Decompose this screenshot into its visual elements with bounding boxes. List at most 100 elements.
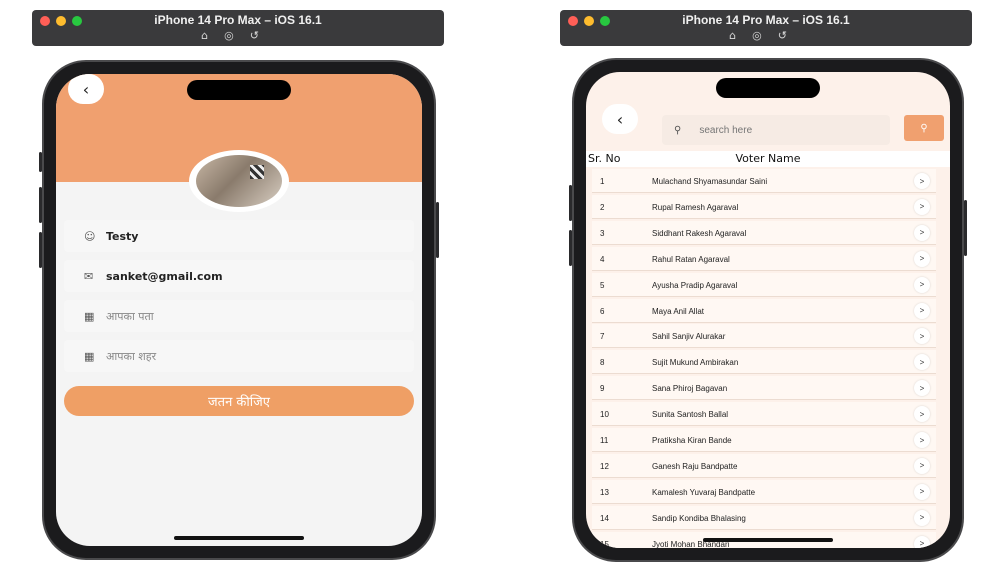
screenshot-icon[interactable]: ◎ — [224, 29, 250, 42]
voter-list-screen: ‹ ⚲ ⚲ Sr. No Voter Name 1 Mulachand Shyam… — [586, 72, 950, 548]
chevron-right-icon[interactable]: > — [914, 328, 930, 345]
voter-name: Pratiksha Kiran Bande — [652, 436, 732, 445]
chevron-right-icon[interactable]: > — [914, 173, 930, 189]
chevron-right-icon[interactable]: > — [914, 380, 930, 397]
chevron-right-icon[interactable]: > — [914, 406, 930, 423]
rotate-icon[interactable]: ↺ — [250, 29, 275, 42]
rotate-icon[interactable]: ↺ — [778, 29, 803, 42]
chevron-right-icon[interactable]: > — [914, 483, 930, 500]
voter-sr-no: 5 — [600, 280, 605, 290]
home-icon[interactable]: ⌂ — [729, 29, 752, 42]
chevron-right-icon[interactable]: > — [914, 276, 930, 293]
chevron-right-icon[interactable]: > — [914, 432, 930, 448]
voter-name: Sana Phiroj Bagavan — [652, 384, 728, 394]
chevron-left-icon: ‹ — [616, 109, 624, 129]
dynamic-island — [187, 80, 291, 100]
search-field[interactable]: ⚲ — [662, 115, 890, 145]
search-input[interactable] — [699, 124, 850, 136]
table-row[interactable]: 10 Sunita Santosh Ballal > — [592, 402, 936, 427]
iphone-frame-right: ‹ ⚲ ⚲ Sr. No Voter Name 1 Mulachand Shyam… — [569, 58, 967, 562]
chevron-right-icon[interactable]: > — [914, 302, 930, 319]
voter-sr-no: 10 — [600, 410, 609, 420]
city-field[interactable]: ▦ आपका शहर — [64, 340, 414, 372]
table-row[interactable]: 11 Pratiksha Kiran Bande > — [592, 428, 936, 452]
table-row[interactable]: 6 Maya Anil Allat > — [592, 298, 936, 323]
search-icon: ⚲ — [674, 124, 682, 136]
name-field[interactable]: ☺ Testy — [64, 220, 414, 252]
voter-sr-no: 11 — [600, 436, 609, 445]
calendar-icon: ▦ — [84, 349, 95, 363]
voter-sr-no: 1 — [600, 177, 605, 186]
email-value: sanket@gmail.com — [106, 269, 223, 283]
chevron-right-icon[interactable]: > — [914, 509, 930, 526]
search-button[interactable]: ⚲ — [904, 115, 944, 141]
voter-sr-no: 2 — [600, 202, 605, 212]
calendar-icon: ▦ — [84, 309, 95, 323]
chevron-right-icon[interactable]: > — [914, 250, 930, 267]
dynamic-island — [716, 78, 820, 98]
column-header-name: Voter Name — [735, 152, 801, 165]
voter-sr-no: 8 — [600, 358, 605, 368]
voter-sr-no: 3 — [600, 228, 605, 238]
table-row[interactable]: 5 Ayusha Pradip Agaraval > — [592, 272, 936, 297]
voter-sr-no: 9 — [600, 384, 605, 394]
voter-name: Mulachand Shyamasundar Saini — [652, 177, 768, 186]
profile-screen: ‹ ☺ Testy ✉ sanket@gmail.com ▦ आपका पता … — [56, 74, 422, 546]
table-row[interactable]: 8 Sujit Mukund Ambirakan > — [592, 350, 936, 375]
volume-down-button — [39, 232, 42, 268]
table-row[interactable]: 13 Kamalesh Yuvaraj Bandpatte > — [592, 479, 936, 504]
window-title: iPhone 14 Pro Max – iOS 16.1 — [682, 13, 850, 27]
screenshot-icon[interactable]: ◎ — [752, 29, 778, 42]
email-field[interactable]: ✉ sanket@gmail.com — [64, 260, 414, 292]
save-button[interactable]: जतन कीजिए — [64, 386, 414, 416]
table-row[interactable]: 3 Siddhant Rakesh Agaraval > — [592, 220, 936, 245]
back-button[interactable]: ‹ — [68, 74, 104, 104]
table-row[interactable]: 9 Sana Phiroj Bagavan > — [592, 376, 936, 401]
voter-name: Kamalesh Yuvaraj Bandpatte — [652, 487, 756, 497]
back-button[interactable]: ‹ — [602, 104, 638, 134]
chevron-right-icon[interactable]: > — [914, 354, 930, 371]
user-icon: ☺ — [84, 229, 96, 243]
window-title: iPhone 14 Pro Max – iOS 16.1 — [154, 13, 322, 27]
voter-name: Rupal Ramesh Agaraval — [652, 202, 739, 212]
simulator-titlebar-right: iPhone 14 Pro Max – iOS 16.1 ⌂◎↺ — [560, 10, 972, 46]
table-row[interactable]: 2 Rupal Ramesh Agaraval > — [592, 194, 936, 219]
voter-sr-no: 14 — [600, 513, 609, 523]
voter-sr-no: 13 — [600, 487, 609, 497]
voter-sr-no: 7 — [600, 332, 605, 342]
table-row[interactable]: 7 Sahil Sanjiv Alurakar > — [592, 324, 936, 349]
address-field[interactable]: ▦ आपका पता — [64, 300, 414, 332]
voter-name: Sunita Santosh Ballal — [652, 410, 729, 420]
voter-sr-no: 6 — [600, 306, 605, 316]
simulator-toolbar: ⌂◎↺ — [560, 29, 972, 42]
table-row[interactable]: 14 Sandip Kondiba Bhalasing > — [592, 505, 936, 530]
home-indicator — [703, 538, 833, 542]
table-row[interactable]: 12 Ganesh Raju Bandpatte > — [592, 453, 936, 478]
voter-name: Sandip Kondiba Bhalasing — [652, 513, 746, 523]
mail-icon: ✉ — [84, 269, 94, 283]
name-value: Testy — [106, 229, 139, 243]
volume-down-button — [569, 230, 572, 266]
voter-name: Rahul Ratan Agaraval — [652, 254, 730, 264]
chevron-right-icon[interactable]: > — [914, 535, 930, 548]
power-button — [964, 200, 967, 256]
city-placeholder: आपका शहर — [106, 349, 157, 363]
side-button — [39, 152, 42, 172]
voter-name: Ganesh Raju Bandpatte — [652, 461, 738, 471]
avatar[interactable] — [196, 155, 282, 207]
voter-name: Siddhant Rakesh Agaraval — [652, 228, 747, 238]
voter-sr-no: 4 — [600, 254, 605, 264]
simulator-titlebar-left: iPhone 14 Pro Max – iOS 16.1 ⌂◎↺ — [32, 10, 444, 46]
chevron-right-icon[interactable]: > — [914, 198, 930, 215]
avatar-ring — [189, 150, 289, 212]
voter-sr-no: 15 — [600, 539, 609, 548]
chevron-right-icon[interactable]: > — [914, 224, 930, 241]
power-button — [436, 202, 439, 258]
table-row[interactable]: 1 Mulachand Shyamasundar Saini > — [592, 169, 936, 193]
chevron-left-icon: ‹ — [82, 79, 90, 99]
home-icon[interactable]: ⌂ — [201, 29, 224, 42]
simulator-toolbar: ⌂◎↺ — [32, 29, 444, 42]
chevron-right-icon[interactable]: > — [914, 457, 930, 474]
iphone-frame-left: ‹ ☺ Testy ✉ sanket@gmail.com ▦ आपका पता … — [39, 60, 439, 560]
table-row[interactable]: 4 Rahul Ratan Agaraval > — [592, 246, 936, 271]
